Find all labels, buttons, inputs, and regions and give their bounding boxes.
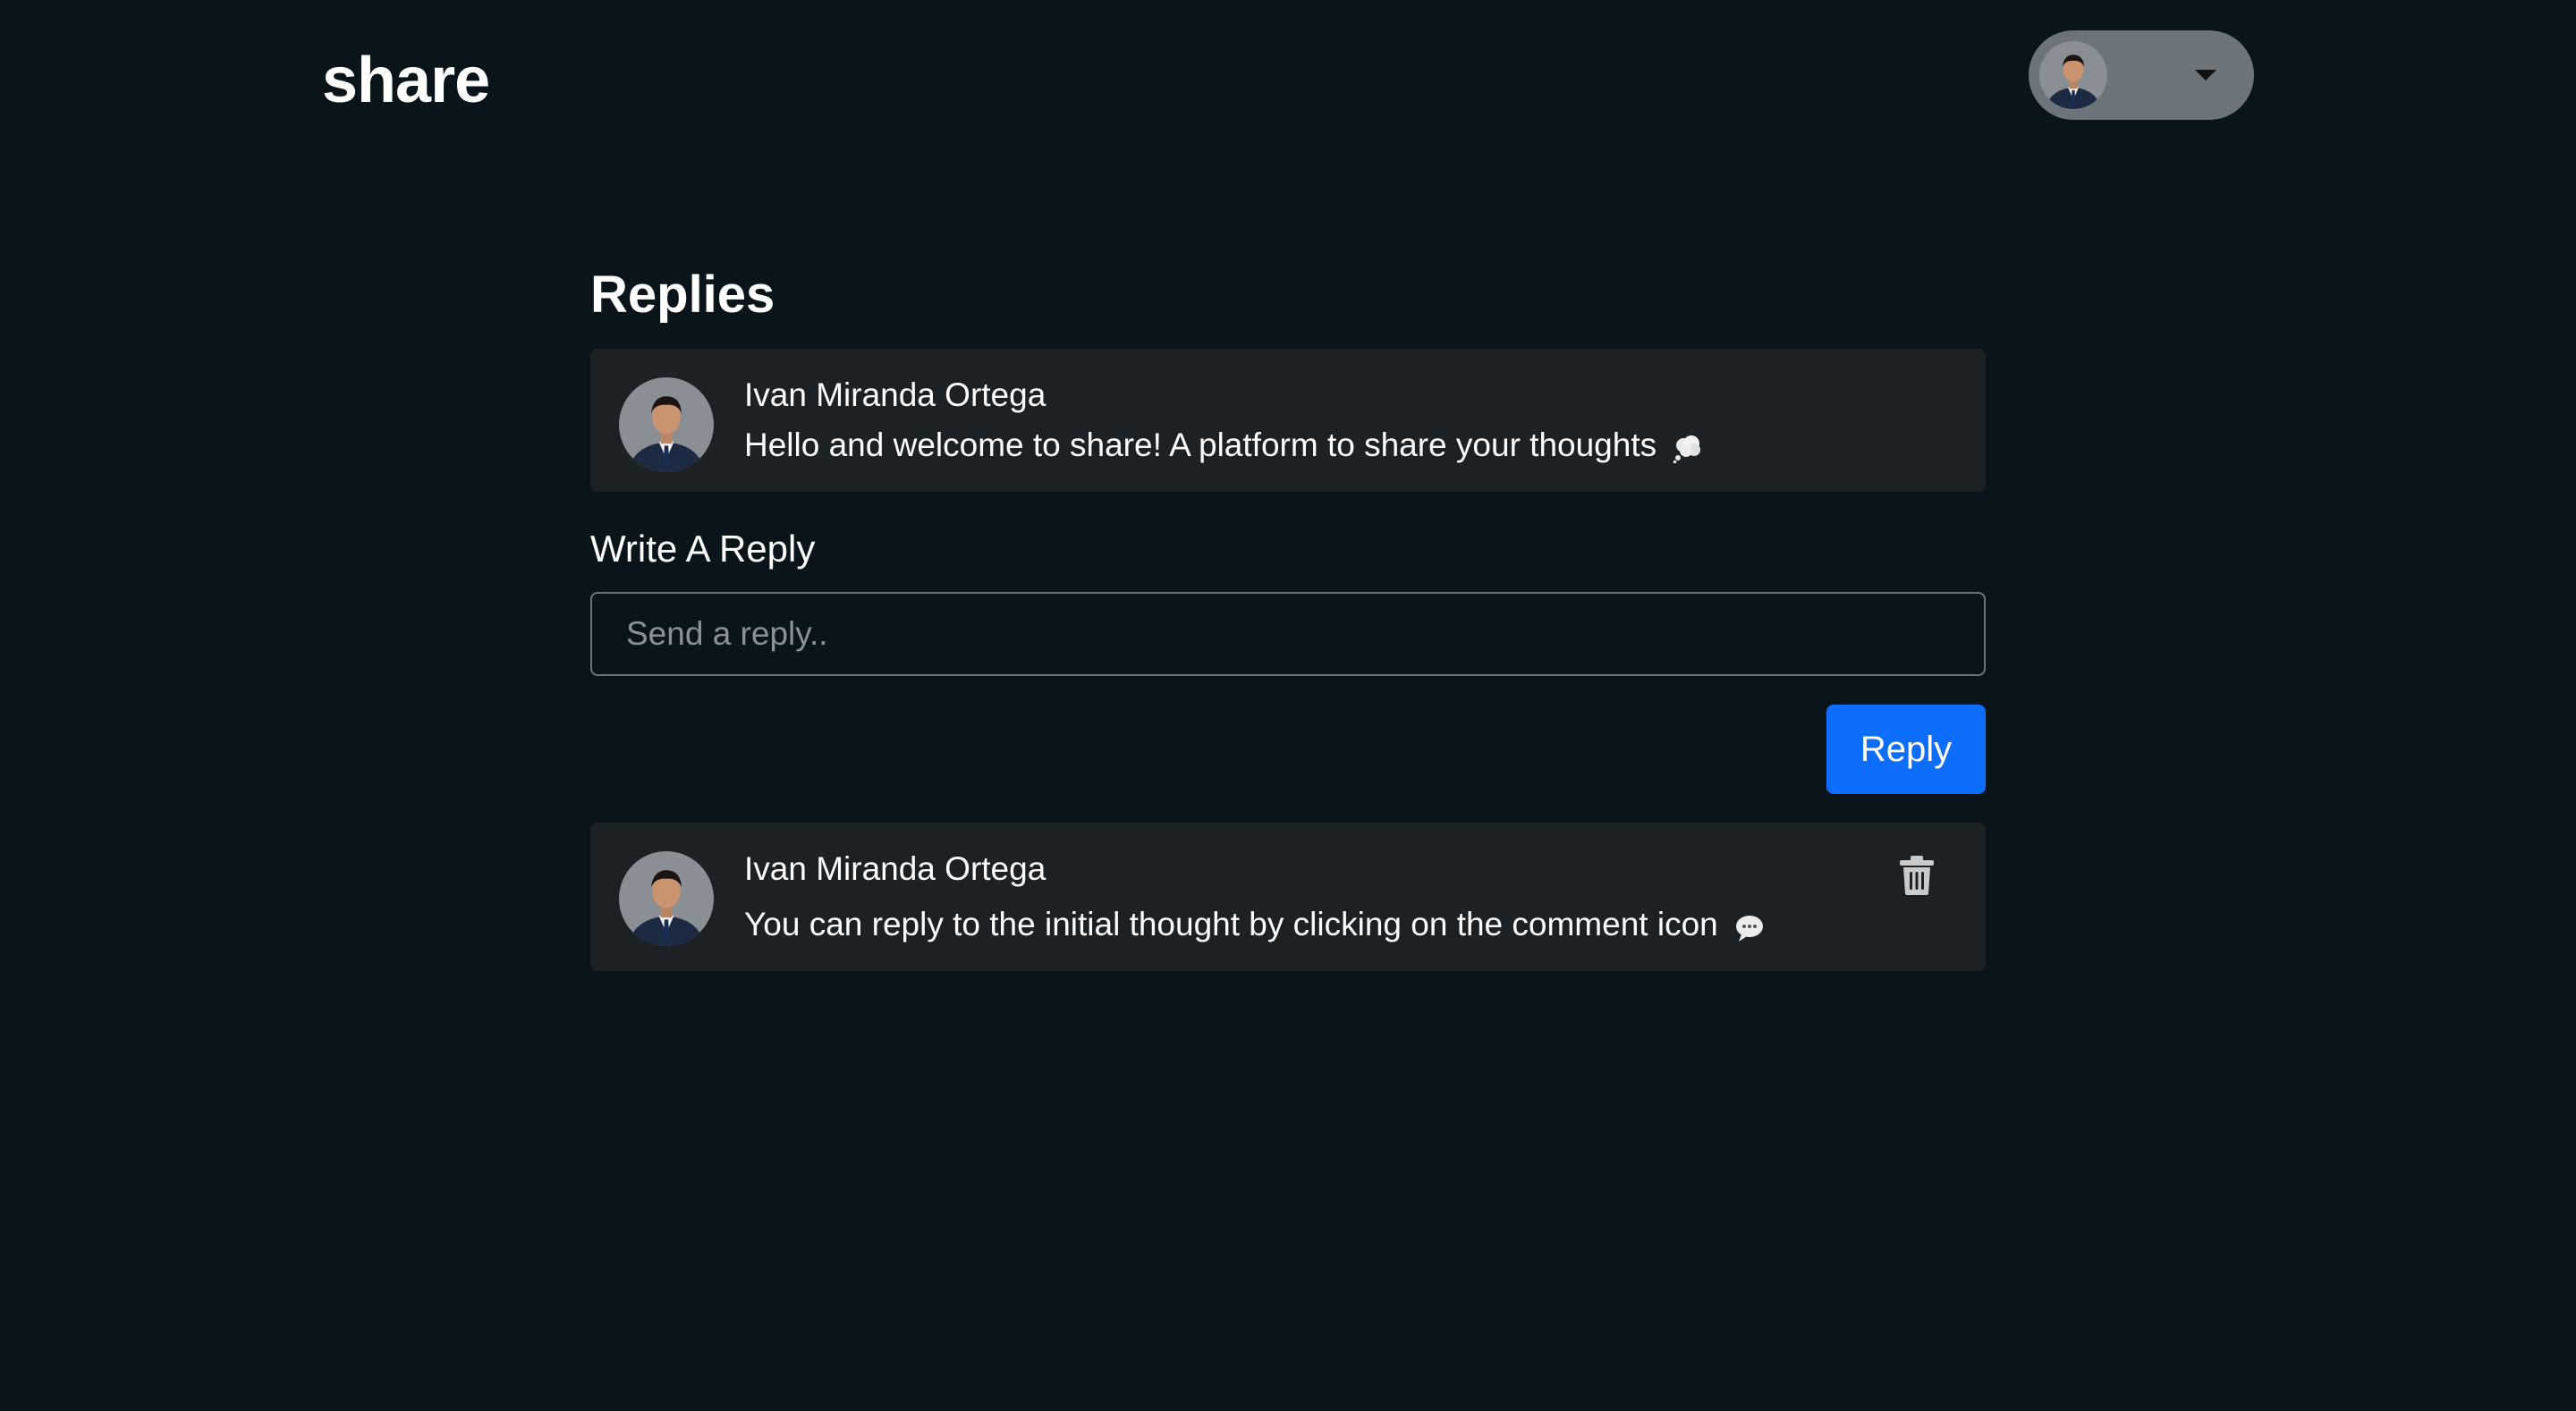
thought-text: Hello and welcome to share! A platform t… (744, 427, 1657, 463)
main-content: Replies Ivan Miranda Ortega Hello and we… (590, 259, 1986, 971)
user-menu-dropdown[interactable] (2029, 30, 2254, 120)
thought-balloon-icon (1673, 428, 1703, 464)
reply-actions: Reply (590, 705, 1986, 794)
reply-text-row: You can reply to the initial thought by … (744, 900, 1765, 950)
reply-text: You can reply to the initial thought by … (744, 906, 1718, 942)
author-avatar (619, 851, 714, 946)
author-name: Ivan Miranda Ortega (744, 376, 1046, 413)
thought-text-row: Hello and welcome to share! A platform t… (744, 420, 1703, 470)
author-avatar (619, 377, 714, 472)
reply-input[interactable] (590, 592, 1986, 676)
speech-balloon-icon (1734, 908, 1765, 942)
reply-button[interactable]: Reply (1826, 705, 1986, 794)
write-reply-heading: Write A Reply (590, 528, 816, 570)
initial-thought-card: Ivan Miranda Ortega Hello and welcome to… (590, 349, 1986, 492)
reply-card: Ivan Miranda Ortega You can reply to the… (590, 823, 1986, 971)
trash-icon[interactable] (1898, 855, 1936, 896)
caret-down-icon (2195, 70, 2216, 80)
user-avatar (2039, 41, 2107, 109)
author-name: Ivan Miranda Ortega (744, 850, 1046, 887)
brand-logo[interactable]: share (322, 38, 490, 123)
top-navbar: share (0, 0, 2576, 161)
page-title: Replies (590, 266, 775, 324)
